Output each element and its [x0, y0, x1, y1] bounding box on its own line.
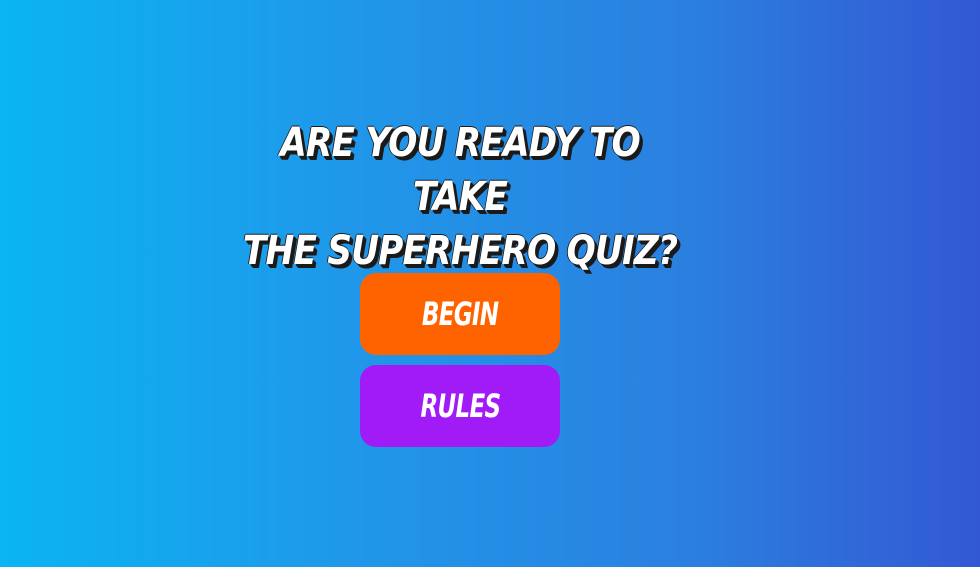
begin-button-label: BEGIN	[421, 295, 499, 333]
quiz-title-line-2: THE SUPERHERO QUIZ?	[242, 228, 678, 274]
rules-button[interactable]: RULES	[360, 365, 560, 447]
quiz-title: ARE YOU READY TO TAKE THE SUPERHERO QUIZ…	[236, 116, 683, 278]
rules-button-label: RULES	[420, 387, 501, 425]
begin-button[interactable]: BEGIN	[360, 273, 560, 355]
quiz-start-screen: ARE YOU READY TO TAKE THE SUPERHERO QUIZ…	[0, 0, 980, 567]
quiz-title-line-1: ARE YOU READY TO TAKE	[280, 120, 641, 220]
